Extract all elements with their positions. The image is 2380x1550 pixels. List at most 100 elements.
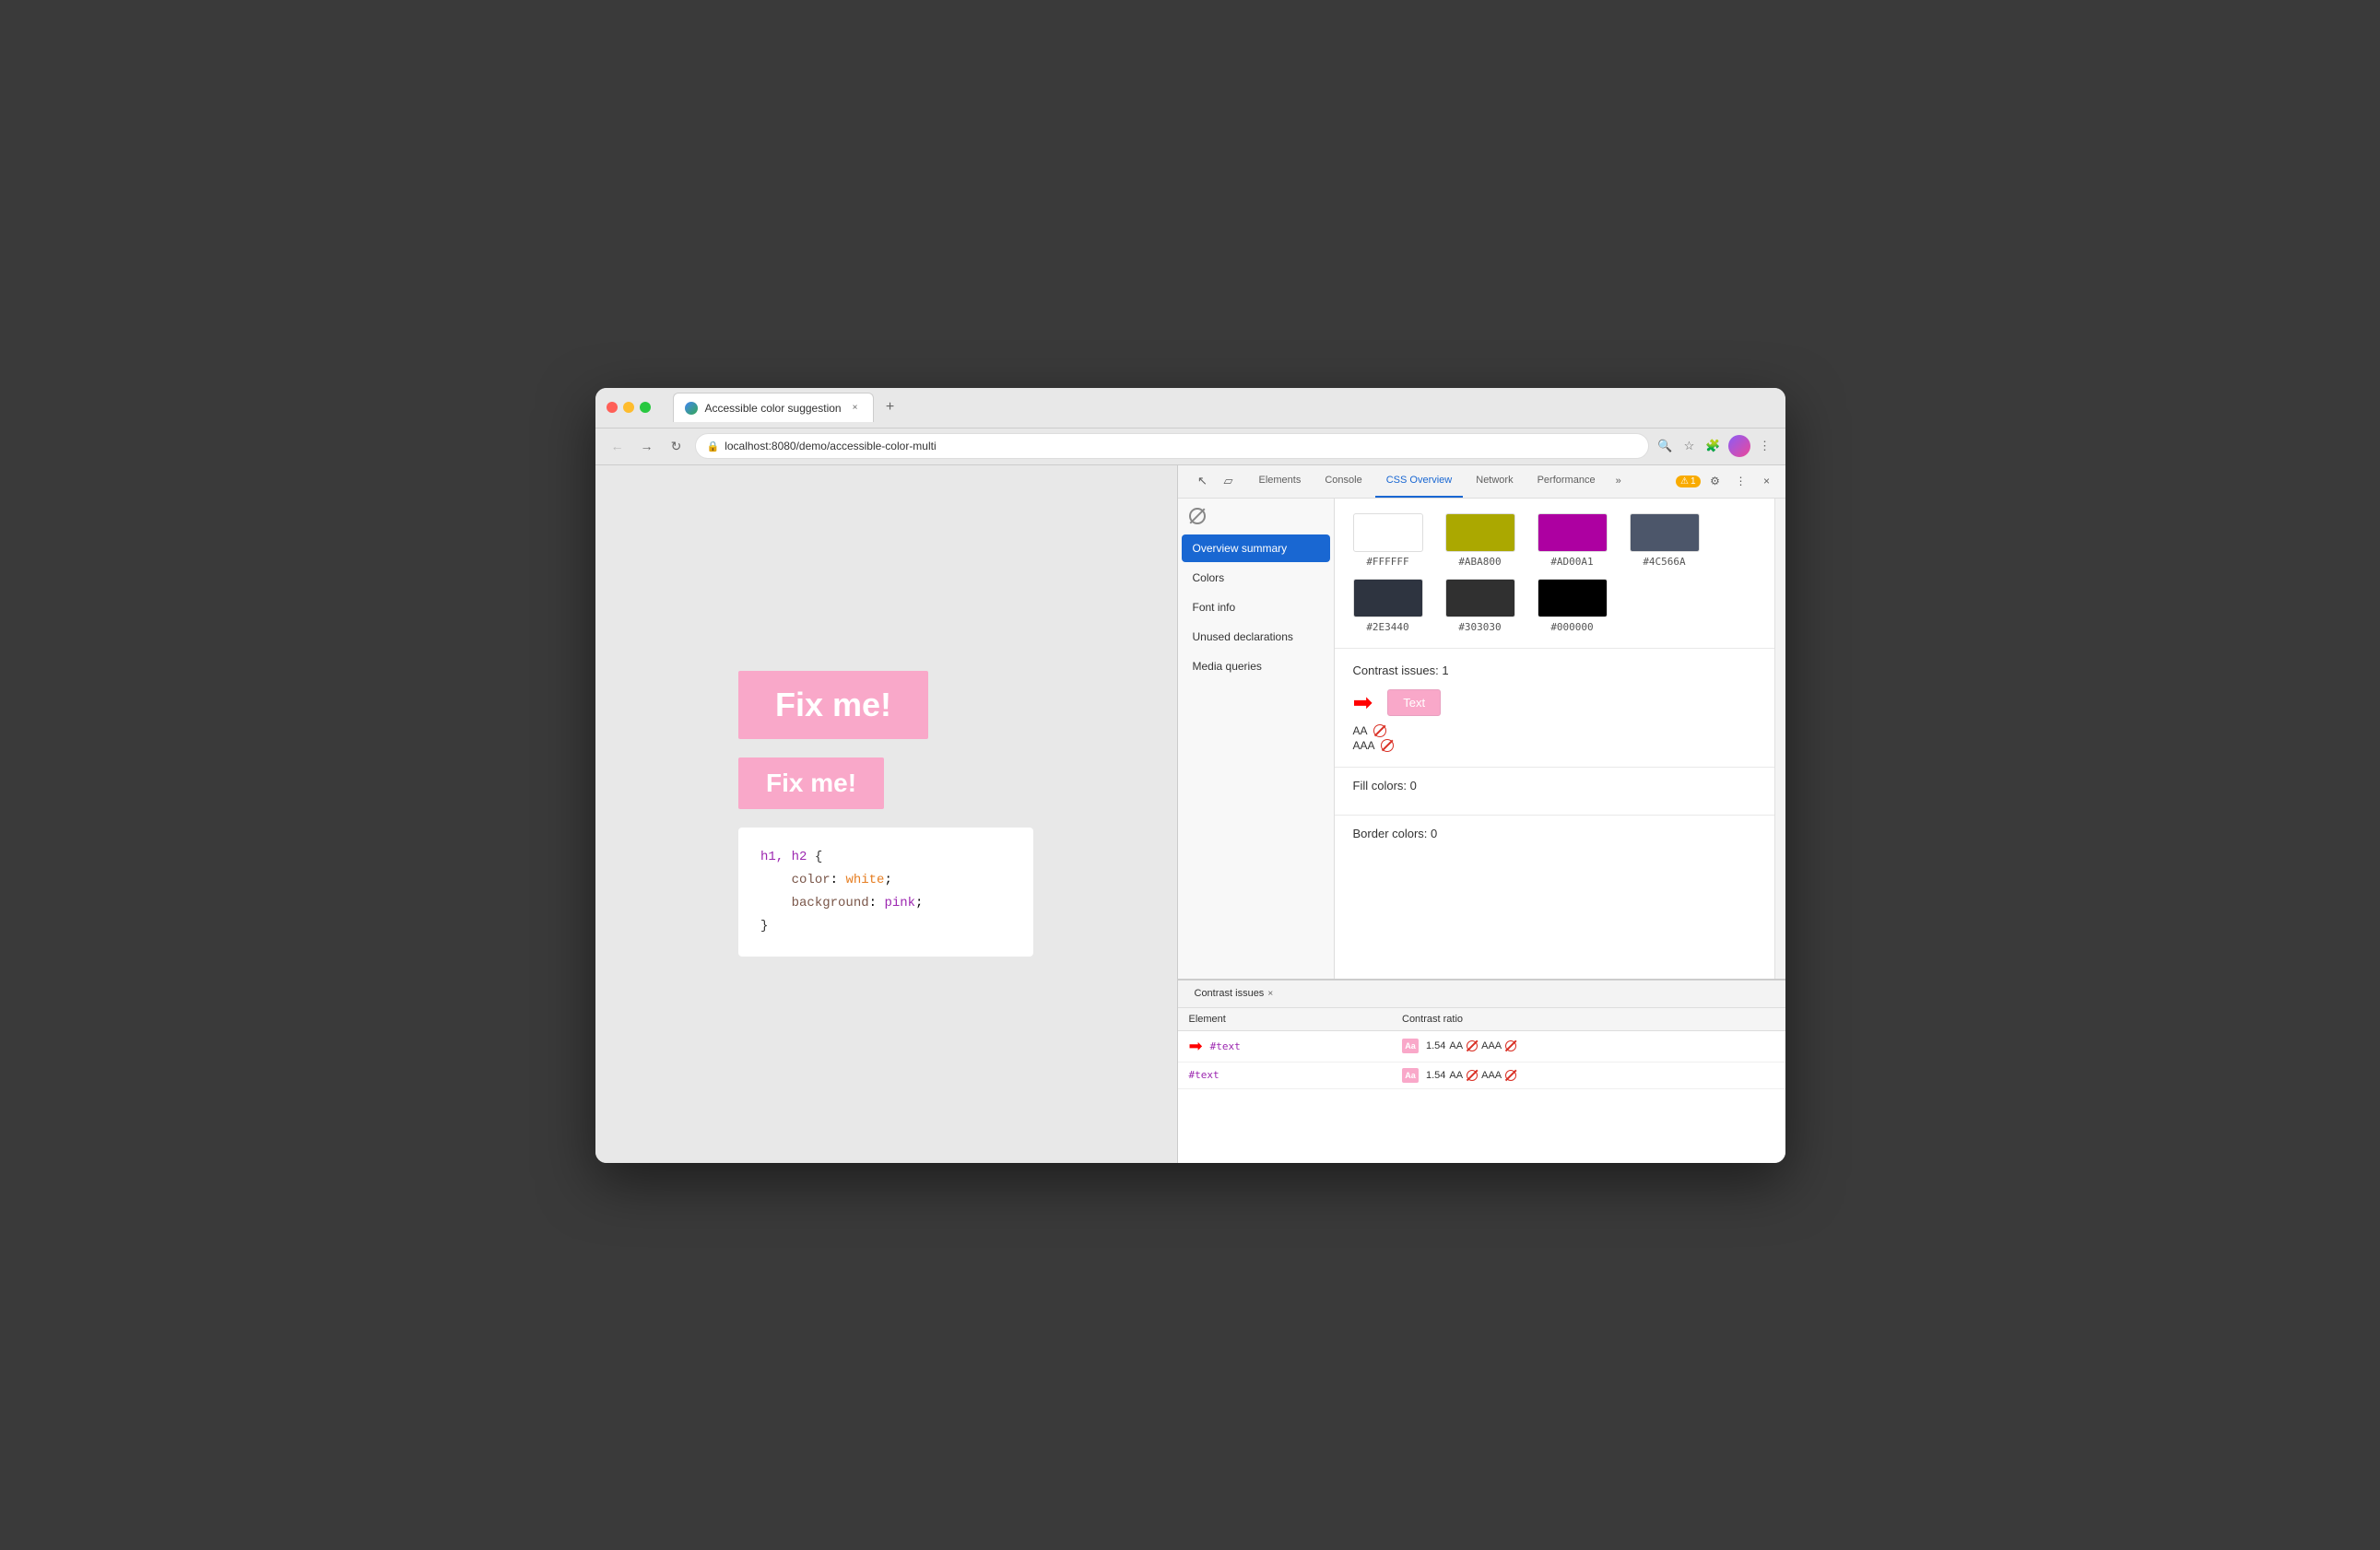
tab-favicon bbox=[685, 402, 698, 415]
cursor-icon[interactable]: ↖ bbox=[1191, 469, 1215, 493]
page-content: Fix me! Fix me! h1, h2 { color: white; b… bbox=[738, 671, 1033, 957]
devtools-content: Overview summary Colors Font info Unused… bbox=[1178, 499, 1785, 979]
fix-me-box-2: Fix me! bbox=[738, 757, 884, 809]
contrast-section: Contrast issues: 1 ➡ Text AA bbox=[1335, 649, 1774, 768]
more-options-icon[interactable]: ⋮ bbox=[1730, 470, 1752, 492]
back-button[interactable]: ← bbox=[607, 435, 629, 457]
device-icon[interactable]: ▱ bbox=[1217, 469, 1241, 493]
swatch-4c566a: #4C566A bbox=[1630, 513, 1700, 568]
scrollbar[interactable] bbox=[1774, 499, 1785, 979]
bottom-tabs: Contrast issues × bbox=[1178, 980, 1785, 1008]
tab-network[interactable]: Network bbox=[1465, 465, 1524, 498]
minimize-button[interactable] bbox=[623, 402, 634, 413]
color-swatch-ad00a1[interactable] bbox=[1538, 513, 1608, 552]
tab-more[interactable]: » bbox=[1608, 465, 1629, 498]
warning-badge[interactable]: ⚠ 1 bbox=[1676, 476, 1701, 487]
code-block: h1, h2 { color: white; background: pink;… bbox=[738, 828, 1033, 957]
border-colors-section: Border colors: 0 bbox=[1335, 816, 1774, 863]
aa-badge-1: Aa bbox=[1402, 1039, 1419, 1053]
close-button[interactable] bbox=[607, 402, 618, 413]
table-row[interactable]: ➡ #text Aa 1.54 AA bbox=[1178, 1030, 1785, 1062]
fill-colors-title: Fill colors: 0 bbox=[1353, 779, 1756, 793]
extensions-icon[interactable]: 🧩 bbox=[1704, 437, 1723, 455]
contrast-preview-row: ➡ Text bbox=[1353, 688, 1756, 717]
browser-page: Fix me! Fix me! h1, h2 { color: white; b… bbox=[595, 465, 1177, 1163]
aa-fail-icon bbox=[1373, 724, 1386, 737]
maximize-button[interactable] bbox=[640, 402, 651, 413]
tab-title: Accessible color suggestion bbox=[705, 402, 842, 415]
arrow-indicator-1: ➡ bbox=[1353, 688, 1373, 717]
bottom-panel: Contrast issues × Element Contrast ratio bbox=[1178, 979, 1785, 1163]
url-text: localhost:8080/demo/accessible-color-mul… bbox=[725, 440, 936, 452]
url-bar[interactable]: 🔒 localhost:8080/demo/accessible-color-m… bbox=[695, 433, 1649, 459]
new-tab-button[interactable]: + bbox=[878, 394, 903, 420]
color-swatches: #FFFFFF #ABA800 #AD00A1 bbox=[1353, 513, 1756, 568]
color-swatch-aba800[interactable] bbox=[1445, 513, 1515, 552]
settings-icon[interactable]: ⚙ bbox=[1704, 470, 1726, 492]
zoom-icon[interactable]: 🔍 bbox=[1656, 437, 1675, 455]
tab-console[interactable]: Console bbox=[1314, 465, 1373, 498]
aa-fail-2 bbox=[1467, 1070, 1478, 1081]
aaa-fail-1 bbox=[1505, 1040, 1516, 1051]
nav-overview-summary[interactable]: Overview summary bbox=[1182, 534, 1330, 562]
swatch-ad00a1: #AD00A1 bbox=[1538, 513, 1608, 568]
color-swatch-2e3440[interactable] bbox=[1353, 579, 1423, 617]
ratio-cell-2: Aa 1.54 AA AAA bbox=[1391, 1062, 1785, 1088]
browser-window: Accessible color suggestion × + ← → ↻ 🔒 … bbox=[595, 388, 1785, 1163]
swatch-ffffff: #FFFFFF bbox=[1353, 513, 1423, 568]
aa-badge-2: Aa bbox=[1402, 1068, 1419, 1083]
profile-avatar[interactable] bbox=[1728, 435, 1750, 457]
code-line-2: color: white; bbox=[760, 869, 1011, 892]
devtools-tabs: ↖ ▱ Elements Console CSS Overview Networ… bbox=[1178, 465, 1785, 499]
element-cell-2: #text bbox=[1178, 1062, 1392, 1088]
menu-icon[interactable]: ⋮ bbox=[1756, 437, 1774, 455]
swatch-303030: #303030 bbox=[1445, 579, 1515, 633]
star-icon[interactable]: ☆ bbox=[1680, 437, 1699, 455]
devtools-panel: ↖ ▱ Elements Console CSS Overview Networ… bbox=[1177, 465, 1785, 1163]
code-line-4: } bbox=[760, 915, 1011, 938]
contrast-tab-close[interactable]: × bbox=[1267, 989, 1273, 999]
reload-button[interactable]: ↻ bbox=[666, 435, 688, 457]
css-sidebar-header bbox=[1178, 499, 1334, 534]
title-bar: Accessible color suggestion × + bbox=[595, 388, 1785, 429]
swatch-000000: #000000 bbox=[1538, 579, 1608, 633]
table-row[interactable]: #text Aa 1.54 AA AAA bbox=[1178, 1062, 1785, 1088]
color-swatches-2: #2E3440 #303030 #000000 bbox=[1353, 579, 1756, 633]
nav-unused-declarations[interactable]: Unused declarations bbox=[1182, 623, 1330, 651]
swatch-2e3440: #2E3440 bbox=[1353, 579, 1423, 633]
color-swatch-white[interactable] bbox=[1353, 513, 1423, 552]
ratio-cell-1: Aa 1.54 AA AAA bbox=[1391, 1030, 1785, 1062]
tab-elements[interactable]: Elements bbox=[1248, 465, 1313, 498]
color-swatch-000000[interactable] bbox=[1538, 579, 1608, 617]
devtools-inner: Overview summary Colors Font info Unused… bbox=[1178, 499, 1785, 979]
tab-css-overview[interactable]: CSS Overview bbox=[1375, 465, 1464, 498]
fill-colors-section: Fill colors: 0 bbox=[1335, 768, 1774, 816]
color-swatch-4c566a[interactable] bbox=[1630, 513, 1700, 552]
main-area: Fix me! Fix me! h1, h2 { color: white; b… bbox=[595, 465, 1785, 1163]
contrast-issues-tab[interactable]: Contrast issues × bbox=[1185, 980, 1283, 1007]
contrast-ratings: AA AAA bbox=[1353, 724, 1756, 752]
active-tab[interactable]: Accessible color suggestion × bbox=[673, 393, 874, 422]
contrast-preview: Text bbox=[1387, 689, 1441, 716]
devtools-actions: ⚠ 1 ⚙ ⋮ × bbox=[1676, 470, 1778, 492]
tab-bar: Accessible color suggestion × + bbox=[673, 393, 903, 422]
col-ratio: Contrast ratio bbox=[1391, 1008, 1785, 1031]
forward-button[interactable]: → bbox=[636, 435, 658, 457]
tab-performance[interactable]: Performance bbox=[1526, 465, 1607, 498]
swatch-aba800: #ABA800 bbox=[1445, 513, 1515, 568]
element-cell-1: ➡ #text bbox=[1178, 1030, 1392, 1062]
nav-media-queries[interactable]: Media queries bbox=[1182, 652, 1330, 680]
nav-font-info[interactable]: Font info bbox=[1182, 593, 1330, 621]
aaa-fail-2 bbox=[1505, 1070, 1516, 1081]
contrast-text-preview[interactable]: Text bbox=[1387, 689, 1441, 716]
fix-me-heading-2: Fix me! bbox=[766, 769, 856, 797]
col-element: Element bbox=[1178, 1008, 1392, 1031]
tab-close-button[interactable]: × bbox=[849, 402, 862, 415]
capture-icon[interactable] bbox=[1189, 508, 1206, 524]
aa-rating: AA bbox=[1353, 724, 1756, 737]
color-swatch-303030[interactable] bbox=[1445, 579, 1515, 617]
close-devtools-icon[interactable]: × bbox=[1756, 470, 1778, 492]
colors-section: #FFFFFF #ABA800 #AD00A1 bbox=[1335, 499, 1774, 649]
nav-colors[interactable]: Colors bbox=[1182, 564, 1330, 592]
aaa-fail-icon bbox=[1381, 739, 1394, 752]
